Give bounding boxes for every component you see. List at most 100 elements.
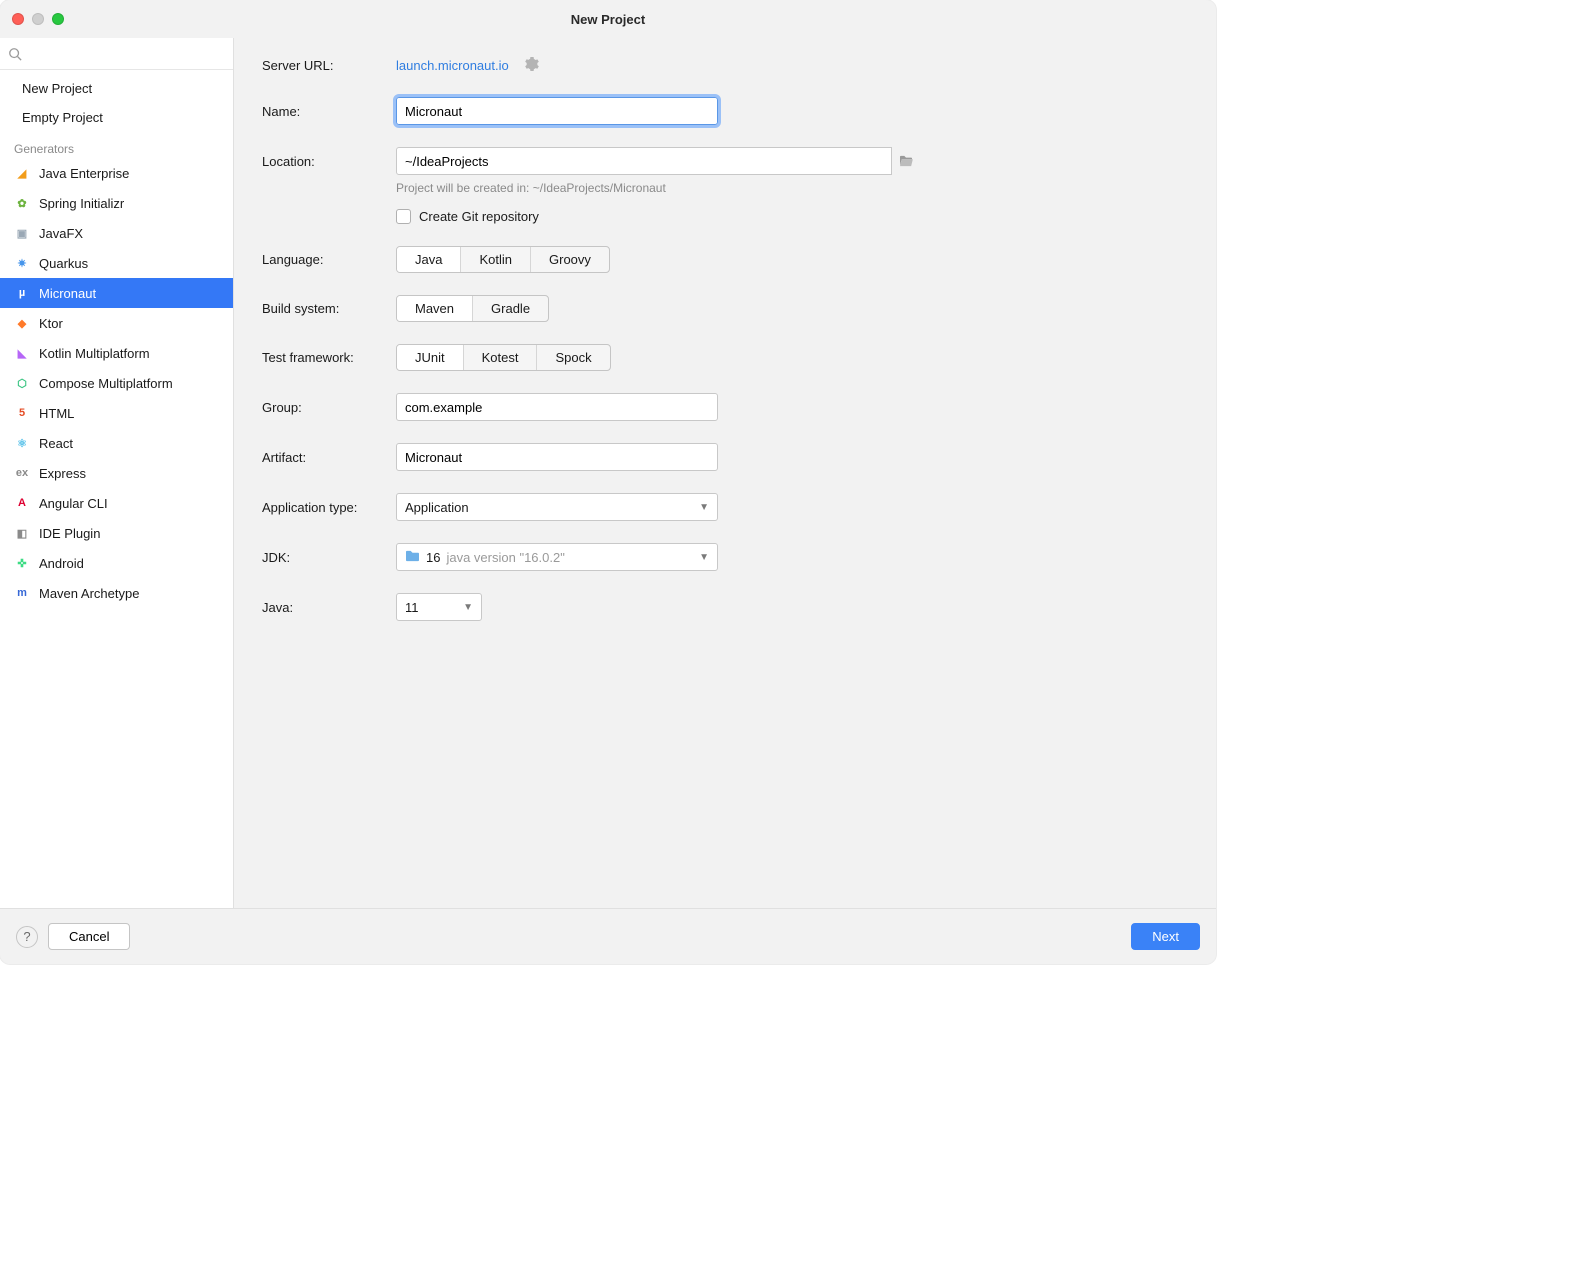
window-title: New Project (0, 12, 1216, 27)
footer: ? Cancel Next (0, 908, 1216, 964)
sidebar-item-spring-initializr[interactable]: ✿Spring Initializr (0, 188, 233, 218)
sidebar-item-react[interactable]: ⚛ React (0, 428, 233, 458)
git-checkbox[interactable] (396, 209, 411, 224)
sidebar-item-label: Express (39, 466, 86, 481)
maven-archetype-icon: m (14, 585, 30, 601)
sidebar-item-label: React (39, 436, 73, 451)
java-version-select[interactable]: 11 ▼ (396, 593, 482, 621)
javafx-icon: ▣ (14, 225, 30, 241)
language-option-kotlin[interactable]: Kotlin (461, 247, 531, 272)
ktor-icon: ◆ (14, 315, 30, 331)
sidebar-list: New ProjectEmpty Project Generators ◢ Jav… (0, 70, 233, 908)
group-input[interactable] (396, 393, 718, 421)
location-input[interactable] (396, 147, 892, 175)
folder-icon (899, 155, 913, 167)
next-button[interactable]: Next (1131, 923, 1200, 950)
gear-icon[interactable] (523, 56, 539, 75)
test-option-kotest[interactable]: Kotest (464, 345, 538, 370)
browse-location-button[interactable] (892, 147, 920, 175)
server-url-label: Server URL: (262, 58, 396, 73)
name-label: Name: (262, 104, 396, 119)
sidebar-item-label: Java Enterprise (39, 166, 129, 181)
sidebar-item-empty-project[interactable]: Empty Project (0, 103, 233, 132)
build-system-label: Build system: (262, 301, 396, 316)
spring-initializr-icon: ✿ (14, 195, 30, 211)
application-type-label: Application type: (262, 500, 396, 515)
chevron-down-icon: ▼ (699, 552, 709, 563)
artifact-input[interactable] (396, 443, 718, 471)
new-project-dialog: New Project New ProjectEmpty Project Gen… (0, 0, 1216, 964)
titlebar: New Project (0, 0, 1216, 38)
kotlin-multiplatform-icon: ◣ (14, 345, 30, 361)
sidebar-item-express[interactable]: ex Express (0, 458, 233, 488)
test-option-spock[interactable]: Spock (537, 345, 609, 370)
sidebar-item-label: Micronaut (39, 286, 96, 301)
compose-multiplatform-icon: ⬡ (14, 375, 30, 391)
sidebar-item-new-project[interactable]: New Project (0, 74, 233, 103)
sidebar-item-javafx[interactable]: ▣ JavaFX (0, 218, 233, 248)
sidebar-item-android[interactable]: ✜ Android (0, 548, 233, 578)
sidebar-item-label: Maven Archetype (39, 586, 139, 601)
sidebar-item-micronaut[interactable]: µ Micronaut (0, 278, 233, 308)
angular-cli-icon: A (14, 495, 30, 511)
cancel-button[interactable]: Cancel (48, 923, 130, 950)
sidebar-item-label: Kotlin Multiplatform (39, 346, 150, 361)
sidebar-item-label: JavaFX (39, 226, 83, 241)
sidebar-item-label: Compose Multiplatform (39, 376, 173, 391)
test-segmented: JUnitKotestSpock (396, 344, 611, 371)
sidebar-item-ktor[interactable]: ◆Ktor (0, 308, 233, 338)
ide-plugin-icon: ◧ (14, 525, 30, 541)
minimize-window-button[interactable] (32, 13, 44, 25)
language-segmented: JavaKotlinGroovy (396, 246, 610, 273)
sidebar-item-compose-multiplatform[interactable]: ⬡ Compose Multiplatform (0, 368, 233, 398)
sidebar-item-angular-cli[interactable]: AAngular CLI (0, 488, 233, 518)
artifact-label: Artifact: (262, 450, 396, 465)
help-button[interactable]: ? (16, 926, 38, 948)
chevron-down-icon: ▼ (699, 502, 709, 513)
application-type-select[interactable]: Application ▼ (396, 493, 718, 521)
micronaut-icon: µ (14, 285, 30, 301)
application-type-value: Application (405, 500, 469, 515)
sidebar-item-label: HTML (39, 406, 74, 421)
sidebar-item-ide-plugin[interactable]: ◧ IDE Plugin (0, 518, 233, 548)
search-icon (8, 47, 22, 61)
folder-icon (405, 549, 420, 565)
sidebar-item-label: IDE Plugin (39, 526, 100, 541)
java-enterprise-icon: ◢ (14, 165, 30, 181)
build-segmented: MavenGradle (396, 295, 549, 322)
test-option-junit[interactable]: JUnit (397, 345, 464, 370)
group-label: Group: (262, 400, 396, 415)
quarkus-icon: ✷ (14, 255, 30, 271)
sidebar-item-java-enterprise[interactable]: ◢ Java Enterprise (0, 158, 233, 188)
jdk-label: JDK: (262, 550, 396, 565)
build-option-gradle[interactable]: Gradle (473, 296, 548, 321)
generators-header: Generators (0, 132, 233, 158)
language-option-groovy[interactable]: Groovy (531, 247, 609, 272)
sidebar-item-quarkus[interactable]: ✷Quarkus (0, 248, 233, 278)
language-option-java[interactable]: Java (397, 247, 461, 272)
test-framework-label: Test framework: (262, 350, 396, 365)
react-icon: ⚛ (14, 435, 30, 451)
express-icon: ex (14, 465, 30, 481)
java-value: 11 (405, 600, 419, 615)
dialog-body: New ProjectEmpty Project Generators ◢ Jav… (0, 38, 1216, 908)
jdk-select[interactable]: 16 java version "16.0.2" ▼ (396, 543, 718, 571)
build-option-maven[interactable]: Maven (397, 296, 473, 321)
jdk-value: 16 (426, 550, 440, 565)
name-input[interactable] (396, 97, 718, 125)
close-window-button[interactable] (12, 13, 24, 25)
server-url-link[interactable]: launch.micronaut.io (396, 58, 509, 73)
search-input[interactable] (0, 38, 233, 69)
sidebar-item-maven-archetype[interactable]: m Maven Archetype (0, 578, 233, 608)
sidebar-item-html[interactable]: 5 HTML (0, 398, 233, 428)
sidebar-item-label: Android (39, 556, 84, 571)
location-hint: Project will be created in: ~/IdeaProjec… (396, 181, 1194, 195)
android-icon: ✜ (14, 555, 30, 571)
zoom-window-button[interactable] (52, 13, 64, 25)
git-label: Create Git repository (419, 209, 539, 224)
chevron-down-icon: ▼ (463, 602, 473, 613)
sidebar-item-kotlin-multiplatform[interactable]: ◣ Kotlin Multiplatform (0, 338, 233, 368)
form-panel: Server URL: launch.micronaut.io Name: Lo… (234, 38, 1216, 908)
html-icon: 5 (14, 405, 30, 421)
jdk-version: java version "16.0.2" (446, 550, 564, 565)
